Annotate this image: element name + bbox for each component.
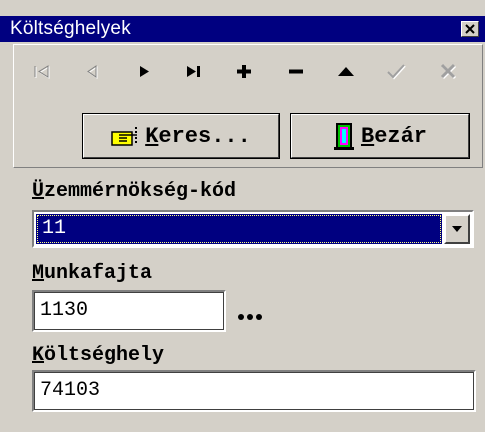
work-type-value: 1130	[40, 299, 89, 322]
first-icon	[34, 65, 50, 79]
up-triangle-icon	[338, 67, 354, 76]
work-type-input[interactable]: 1130	[32, 290, 226, 332]
last-record-button[interactable]	[174, 55, 214, 87]
cost-centers-window: Költséghelyek Keres... Bezár Üzemmérnöks…	[0, 0, 485, 432]
search-button-label: Keres...	[145, 123, 251, 149]
close-button-label: Bezár	[360, 123, 427, 149]
minus-icon	[289, 69, 303, 74]
window-title: Költséghelyek	[10, 18, 131, 39]
next-icon	[140, 66, 149, 77]
close-button[interactable]: Bezár	[290, 113, 470, 159]
edit-record-button[interactable]	[326, 55, 366, 87]
delete-record-button[interactable]	[276, 55, 316, 87]
dropdown-arrow-button[interactable]	[444, 214, 470, 244]
unit-code-label: Üzemmérnökség-kód	[32, 180, 237, 203]
plus-icon	[237, 65, 251, 78]
pointing-hand-icon	[111, 127, 138, 146]
cost-center-input[interactable]: 74103	[32, 370, 476, 412]
door-exit-icon	[333, 123, 354, 150]
check-icon	[387, 64, 406, 80]
prior-record-button[interactable]	[72, 55, 112, 87]
chevron-down-icon	[452, 226, 462, 232]
x-icon	[440, 63, 457, 80]
work-type-lookup-button[interactable]	[234, 306, 266, 328]
cost-center-label: Költséghely	[32, 344, 165, 367]
first-record-button[interactable]	[22, 55, 62, 87]
cancel-record-button[interactable]	[428, 55, 468, 87]
unit-code-combobox[interactable]: 11	[32, 210, 474, 248]
search-button[interactable]: Keres...	[82, 113, 280, 159]
next-record-button[interactable]	[124, 55, 164, 87]
post-record-button[interactable]	[376, 55, 416, 87]
close-window-button[interactable]	[461, 21, 479, 37]
unit-code-selected[interactable]: 11	[36, 214, 442, 244]
cost-center-value: 74103	[40, 379, 101, 402]
ellipsis-icon	[238, 314, 262, 320]
last-icon	[187, 66, 200, 77]
unit-code-value: 11	[42, 217, 67, 240]
title-bar[interactable]: Költséghelyek	[0, 16, 485, 42]
insert-record-button[interactable]	[224, 55, 264, 87]
work-type-label: Munkafajta	[32, 262, 153, 285]
close-icon	[465, 24, 475, 34]
prior-icon	[87, 65, 98, 79]
